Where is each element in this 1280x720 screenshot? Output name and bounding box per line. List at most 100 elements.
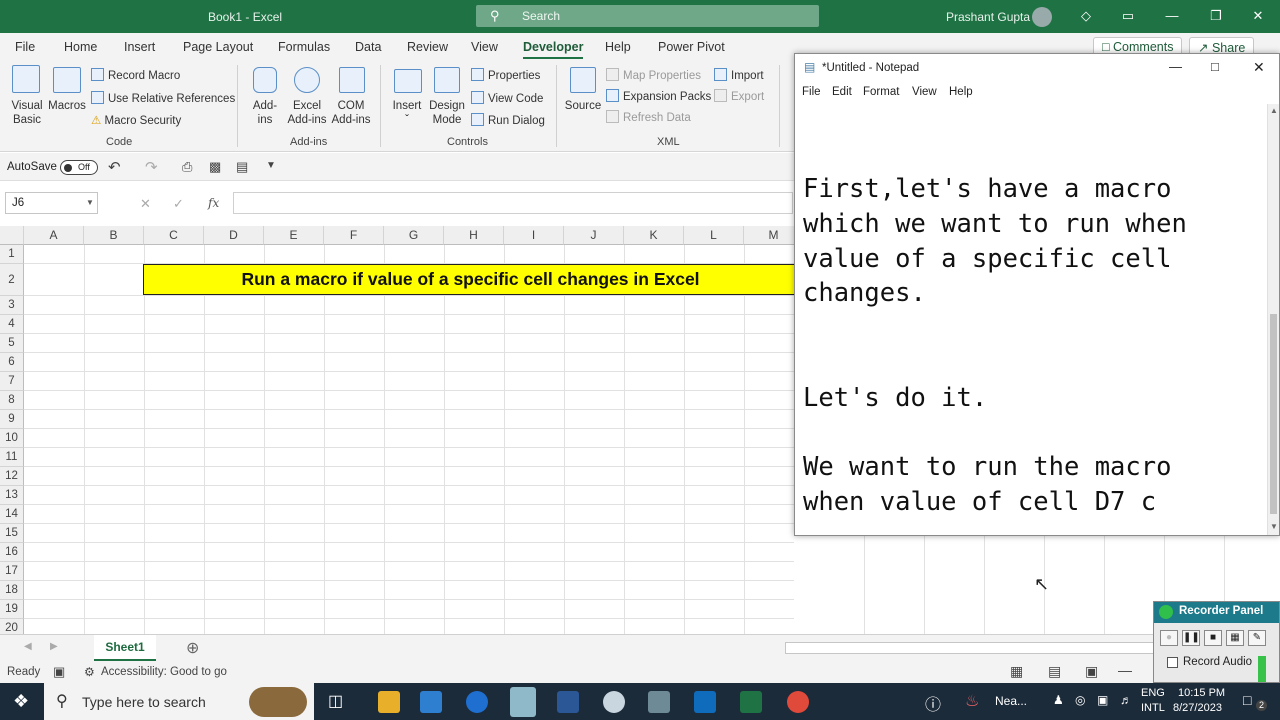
maximize-icon[interactable]: □	[1211, 59, 1219, 74]
row-header[interactable]: 16	[0, 543, 24, 562]
volume-icon[interactable]: ♬	[1120, 693, 1132, 707]
cancel-icon[interactable]: ✕	[140, 196, 151, 212]
menu-file[interactable]: File	[802, 86, 821, 98]
column-header[interactable]: D	[204, 226, 264, 245]
tab-review[interactable]: Review	[407, 40, 448, 54]
menu-edit[interactable]: Edit	[832, 86, 852, 98]
tab-file[interactable]: File	[15, 40, 35, 54]
search-box[interactable]: ⚲ Search	[476, 5, 819, 27]
page-break-view-icon[interactable]: ▣	[1085, 663, 1098, 680]
record-icon[interactable]: ●	[1160, 630, 1178, 646]
autosave-toggle[interactable]: Off	[60, 160, 98, 175]
row-header[interactable]: 2	[0, 264, 24, 296]
notification-icon[interactable]: □	[1243, 692, 1251, 708]
column-header[interactable]: F	[324, 226, 384, 245]
name-box[interactable]: J6	[5, 192, 98, 214]
avatar[interactable]	[1032, 7, 1052, 27]
refresh-data-button[interactable]: Refresh Data	[606, 110, 691, 124]
row-header[interactable]: 5	[0, 334, 24, 353]
taskbar-search[interactable]: ⚲ Type here to search	[44, 683, 314, 720]
tab-view[interactable]: View	[471, 40, 498, 54]
user-name[interactable]: Prashant Gupta	[946, 10, 1030, 24]
export-button[interactable]: Export	[714, 89, 764, 103]
scroll-up-icon[interactable]: ▲	[1270, 106, 1278, 115]
print-icon[interactable]: ⎙	[182, 159, 192, 175]
menu-help[interactable]: Help	[949, 86, 973, 98]
properties-button[interactable]: Properties	[471, 68, 540, 82]
tab-power-pivot[interactable]: Power Pivot	[658, 40, 725, 54]
column-header[interactable]: J	[564, 226, 624, 245]
chrome-icon[interactable]	[787, 691, 809, 713]
row-header[interactable]: 18	[0, 581, 24, 600]
customize-qat-icon[interactable]: ▼	[266, 160, 276, 171]
macro-security-button[interactable]: ⚠ Macro Security	[91, 113, 181, 127]
language-top[interactable]: ENG	[1141, 687, 1165, 699]
normal-view-icon[interactable]: ▦	[1010, 663, 1023, 680]
help-icon[interactable]: ⓘ	[925, 691, 941, 715]
word-icon[interactable]	[557, 691, 579, 713]
enter-icon[interactable]: ✓	[173, 196, 184, 212]
row-header[interactable]: 13	[0, 486, 24, 505]
clock-time[interactable]: 10:15 PM	[1178, 687, 1225, 699]
tab-data[interactable]: Data	[355, 40, 381, 54]
tab-formulas[interactable]: Formulas	[278, 40, 330, 54]
chevron-down-icon[interactable]: ▼	[86, 198, 94, 207]
page-layout-view-icon[interactable]: ▤	[1048, 663, 1061, 680]
row-header[interactable]: 15	[0, 524, 24, 543]
insert-function-icon[interactable]: fx	[208, 196, 219, 210]
row-header[interactable]: 8	[0, 391, 24, 410]
row-header[interactable]: 11	[0, 448, 24, 467]
excel-taskbar-icon[interactable]	[740, 691, 762, 713]
pause-icon[interactable]: ❚❚	[1182, 630, 1200, 646]
restore-icon[interactable]: ❐	[1204, 5, 1228, 27]
vertical-scrollbar[interactable]: ▲ ▼	[1267, 104, 1279, 535]
insert-controls-button[interactable]: Insert ˇ	[388, 99, 426, 127]
network-icon[interactable]: ▣	[1097, 693, 1108, 707]
import-button[interactable]: Import	[714, 68, 764, 82]
clock-date[interactable]: 8/27/2023	[1173, 702, 1222, 714]
scroll-right-icon[interactable]: ▶	[50, 641, 58, 652]
undo-icon[interactable]: ↶	[108, 158, 121, 176]
notepad-text-area[interactable]: First,let's have a macro which we want t…	[803, 172, 1263, 520]
calculator-icon[interactable]	[648, 691, 670, 713]
task-view-icon[interactable]: ◫	[328, 691, 343, 711]
sheet-tab[interactable]: Sheet1	[94, 635, 156, 661]
language-bottom[interactable]: INTL	[1141, 702, 1165, 714]
minimize-icon[interactable]: —	[1160, 5, 1184, 27]
form-icon[interactable]: ▤	[236, 159, 248, 175]
record-macro-button[interactable]: Record Macro	[91, 68, 180, 82]
row-header[interactable]: 3	[0, 296, 24, 315]
row-header[interactable]: 6	[0, 353, 24, 372]
notepad-window[interactable]: ▤ *Untitled - Notepad — □ ✕ File Edit Fo…	[794, 53, 1280, 536]
excel-addins-button[interactable]: Excel Add-ins	[284, 99, 330, 127]
row-header[interactable]: 19	[0, 600, 24, 619]
use-relative-references-button[interactable]: Use Relative References	[91, 91, 235, 105]
add-sheet-icon[interactable]: ⊕	[186, 638, 199, 658]
map-properties-button[interactable]: Map Properties	[606, 68, 701, 82]
expansion-packs-button[interactable]: Expansion Packs	[606, 89, 711, 103]
notepad-taskbar-icon[interactable]	[510, 687, 536, 717]
column-header[interactable]: M	[744, 226, 794, 245]
close-icon[interactable]: ✕	[1246, 5, 1270, 27]
settings-icon[interactable]: ▦	[1226, 630, 1244, 646]
horizontal-scrollbar[interactable]	[785, 642, 1155, 654]
column-header[interactable]: B	[84, 226, 144, 245]
redo-icon[interactable]: ↷	[145, 158, 158, 176]
run-dialog-button[interactable]: Run Dialog	[471, 113, 545, 127]
ribbon-display-icon[interactable]: ▭	[1116, 5, 1140, 27]
scroll-down-icon[interactable]: ▼	[1270, 522, 1278, 531]
notepad-title-bar[interactable]: ▤ *Untitled - Notepad — □ ✕	[795, 54, 1279, 82]
stop-icon[interactable]: ■	[1204, 630, 1222, 646]
column-header[interactable]: L	[684, 226, 744, 245]
row-header[interactable]: 9	[0, 410, 24, 429]
view-code-button[interactable]: View Code	[471, 91, 543, 105]
tab-home[interactable]: Home	[64, 40, 97, 54]
column-header[interactable]: G	[384, 226, 444, 245]
com-addins-button[interactable]: COM Add-ins	[328, 99, 374, 127]
row-header[interactable]: 12	[0, 467, 24, 486]
diamond-icon[interactable]: ◇	[1074, 5, 1098, 27]
menu-view[interactable]: View	[912, 86, 937, 98]
microsoft-store-icon[interactable]	[420, 691, 442, 713]
zoom-out-icon[interactable]: —	[1118, 662, 1132, 678]
weather-text[interactable]: Nea...	[995, 694, 1027, 708]
